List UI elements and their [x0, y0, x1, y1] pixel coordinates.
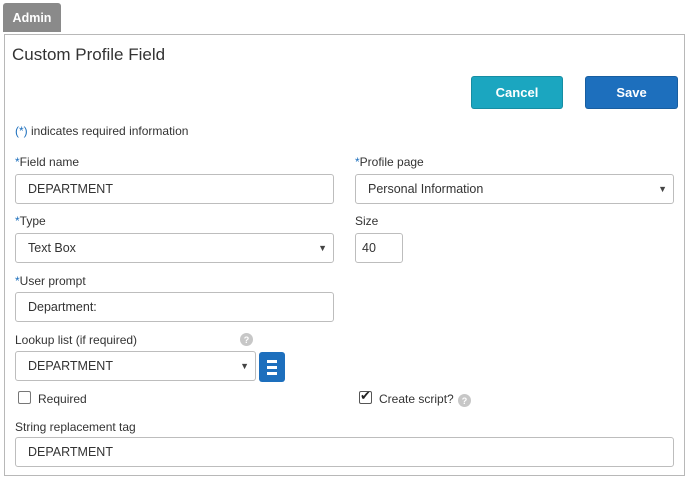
profile-page-label: *Profile page: [355, 155, 424, 169]
required-asterisk: (*): [15, 124, 28, 138]
chevron-down-icon: ▼: [658, 184, 667, 194]
size-value: 40: [362, 241, 376, 255]
user-prompt-label-text: User prompt: [19, 274, 86, 288]
string-tag-input[interactable]: DEPARTMENT: [15, 437, 674, 467]
save-button[interactable]: Save: [585, 76, 678, 109]
user-prompt-value: Department:: [28, 300, 97, 314]
lookup-list-select[interactable]: DEPARTMENT ▼: [15, 351, 256, 381]
size-label: Size: [355, 214, 379, 228]
string-tag-value: DEPARTMENT: [28, 445, 113, 459]
size-input[interactable]: 40: [355, 233, 403, 263]
cancel-button[interactable]: Cancel: [471, 76, 563, 109]
string-tag-label: String replacement tag: [15, 420, 136, 434]
chevron-down-icon: ▼: [240, 361, 249, 371]
lookup-list-label: Lookup list (if required): [15, 333, 138, 347]
custom-profile-field-panel: Custom Profile Field Cancel Save (*) ind…: [4, 34, 685, 476]
lookup-list-button[interactable]: [259, 352, 285, 382]
user-prompt-label: *User prompt: [15, 274, 86, 288]
help-icon[interactable]: ?: [458, 394, 471, 407]
type-label-text: Type: [19, 214, 46, 228]
type-select[interactable]: Text Box ▼: [15, 233, 334, 263]
type-label: *Type: [15, 214, 46, 228]
chevron-down-icon: ▼: [318, 243, 327, 253]
list-icon-bar: [267, 365, 277, 369]
create-script-label: Create script?: [379, 392, 454, 406]
profile-page-label-text: Profile page: [359, 155, 424, 169]
list-icon-bar: [267, 359, 277, 363]
user-prompt-input[interactable]: Department:: [15, 292, 334, 322]
help-icon[interactable]: ?: [240, 333, 253, 346]
required-note-text: indicates required information: [27, 124, 189, 138]
tab-admin[interactable]: Admin: [3, 3, 61, 32]
field-name-input[interactable]: DEPARTMENT: [15, 174, 334, 204]
field-name-value: DEPARTMENT: [28, 182, 113, 196]
check-icon: ✔: [360, 388, 371, 403]
lookup-list-value: DEPARTMENT: [28, 359, 113, 373]
profile-page-value: Personal Information: [368, 182, 484, 196]
field-name-label: *Field name: [15, 155, 79, 169]
required-label: Required: [38, 392, 87, 406]
create-script-checkbox[interactable]: ✔: [359, 388, 372, 404]
page-title: Custom Profile Field: [12, 45, 166, 64]
list-icon-bar: [267, 371, 277, 375]
type-value: Text Box: [28, 241, 76, 255]
required-info-note: (*) indicates required information: [15, 124, 188, 138]
field-name-label-text: Field name: [19, 155, 80, 169]
profile-page-select[interactable]: Personal Information ▼: [355, 174, 674, 204]
required-checkbox[interactable]: [18, 391, 31, 404]
